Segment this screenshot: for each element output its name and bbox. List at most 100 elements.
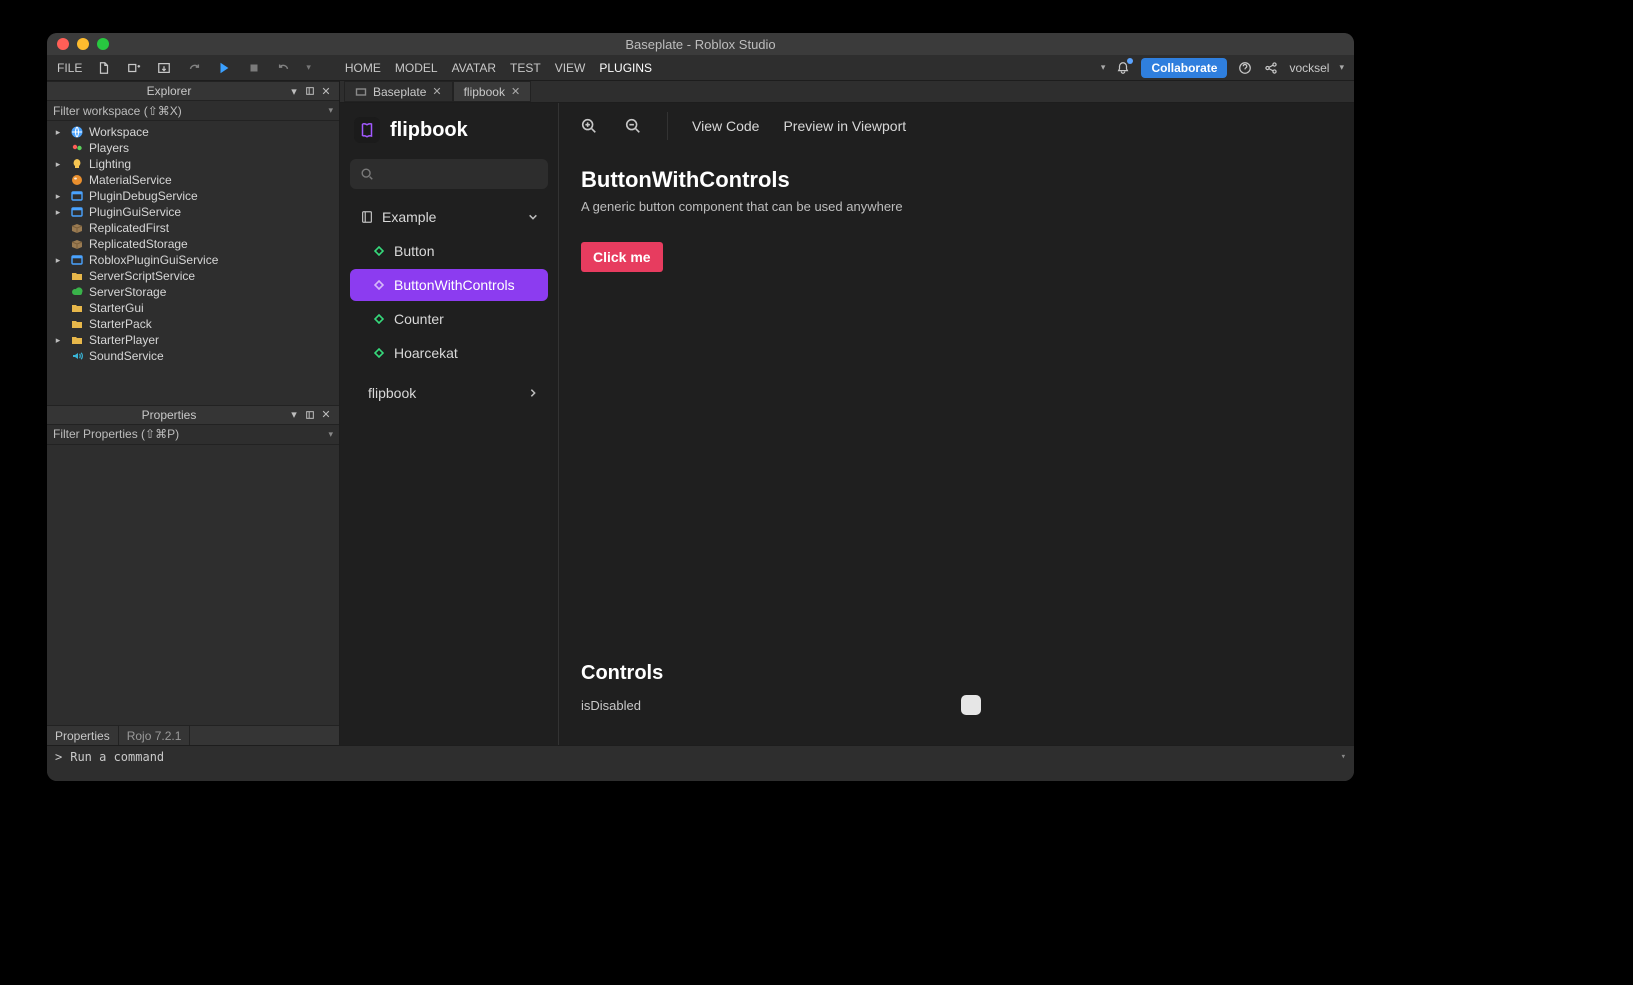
explorer-item[interactable]: ▸PluginGuiService <box>47 204 339 220</box>
story-bullet-icon <box>374 246 384 256</box>
bottom-tab-rojo[interactable]: Rojo 7.2.1 <box>119 726 191 745</box>
command-history-caret[interactable]: ▾ <box>1341 752 1346 762</box>
ribbon-tab-view[interactable]: VIEW <box>555 61 586 75</box>
flipbook-main: View Code Preview in Viewport ButtonWith… <box>559 103 1354 745</box>
explorer-item[interactable]: ServerStorage <box>47 284 339 300</box>
user-name[interactable]: vocksel <box>1289 61 1329 75</box>
flipbook-sidebar: flipbook Example ButtonButtonWithControl… <box>340 103 559 745</box>
explorer-filter[interactable]: Filter workspace (⇧⌘X) ▾ <box>47 101 339 121</box>
service-icon <box>69 189 85 203</box>
stop-icon[interactable] <box>246 60 262 76</box>
explorer-item-label: StarterGui <box>89 301 144 315</box>
story-item-label: Counter <box>394 311 444 327</box>
explorer-filter-caret[interactable]: ▾ <box>328 105 333 116</box>
play-icon[interactable] <box>216 60 232 76</box>
tree-expand-icon[interactable]: ▸ <box>53 159 63 170</box>
view-code-link[interactable]: View Code <box>692 118 759 134</box>
tree-expand-icon[interactable]: ▸ <box>53 335 63 346</box>
properties-popout-icon[interactable] <box>303 408 317 422</box>
properties-collapse-icon[interactable]: ▾ <box>287 408 301 422</box>
separator <box>667 112 668 140</box>
close-window-button[interactable] <box>57 38 69 50</box>
control-row: isDisabled <box>581 695 1332 715</box>
book-icon <box>360 210 374 224</box>
service-icon <box>69 253 85 267</box>
storybook-group-label: Example <box>382 209 436 225</box>
explorer-collapse-icon[interactable]: ▾ <box>287 84 301 98</box>
undo-icon[interactable] <box>276 60 292 76</box>
explorer-item[interactable]: ReplicatedStorage <box>47 236 339 252</box>
story-item[interactable]: Counter <box>350 303 548 335</box>
zoom-in-icon[interactable] <box>579 116 599 136</box>
ribbon-collapse-caret[interactable]: ▾ <box>1101 62 1106 73</box>
story-item[interactable]: Hoarcekat <box>350 337 548 369</box>
flipbook-brand: flipbook <box>350 117 548 143</box>
doc-tab-close-icon[interactable]: ✕ <box>432 85 441 98</box>
user-menu-caret[interactable]: ▾ <box>1339 62 1344 73</box>
insert-object-icon[interactable] <box>126 60 142 76</box>
tree-expand-icon[interactable]: ▸ <box>53 191 63 202</box>
story-item[interactable]: ButtonWithControls <box>350 269 548 301</box>
bottom-tab-properties[interactable]: Properties <box>47 726 119 745</box>
story-bullet-icon <box>374 348 384 358</box>
doc-tab-close-icon[interactable]: ✕ <box>511 85 520 98</box>
preview-viewport-link[interactable]: Preview in Viewport <box>783 118 906 134</box>
flipbook-search[interactable] <box>350 159 548 189</box>
maximize-window-button[interactable] <box>97 38 109 50</box>
explorer-item[interactable]: StarterGui <box>47 300 339 316</box>
properties-filter-caret[interactable]: ▾ <box>328 429 333 440</box>
explorer-close-icon[interactable]: ✕ <box>319 84 333 98</box>
explorer-item[interactable]: MaterialService <box>47 172 339 188</box>
ribbon-tab-plugins[interactable]: PLUGINS <box>599 61 652 75</box>
tree-expand-icon[interactable]: ▸ <box>53 127 63 138</box>
explorer-header: Explorer ▾ ✕ <box>47 81 339 101</box>
explorer-item-label: StarterPlayer <box>89 333 159 347</box>
import-icon[interactable] <box>156 60 172 76</box>
explorer-item[interactable]: ▸PluginDebugService <box>47 188 339 204</box>
document-tabs: Baseplate ✕ flipbook ✕ <box>340 81 1354 103</box>
flipbook-plugin: flipbook Example ButtonButtonWithControl… <box>340 103 1354 745</box>
properties-close-icon[interactable]: ✕ <box>319 408 333 422</box>
properties-filter[interactable]: Filter Properties (⇧⌘P) ▾ <box>47 425 339 445</box>
storybook-group-example[interactable]: Example <box>350 201 548 233</box>
collaborate-button[interactable]: Collaborate <box>1141 58 1227 78</box>
minimize-window-button[interactable] <box>77 38 89 50</box>
ribbon-tab-avatar[interactable]: AVATAR <box>452 61 496 75</box>
explorer-item[interactable]: ServerScriptService <box>47 268 339 284</box>
file-menu[interactable]: FILE <box>57 61 82 75</box>
help-icon[interactable] <box>1237 60 1253 76</box>
redo-icon[interactable] <box>186 60 202 76</box>
undo-dropdown-caret[interactable]: ▾ <box>306 62 311 73</box>
storybook-group-label: flipbook <box>368 385 416 401</box>
control-checkbox[interactable] <box>961 695 981 715</box>
service-icon <box>69 301 85 315</box>
tree-expand-icon[interactable]: ▸ <box>53 255 63 266</box>
doc-tab-baseplate[interactable]: Baseplate ✕ <box>344 81 453 102</box>
new-file-icon[interactable] <box>96 60 112 76</box>
explorer-item[interactable]: SoundService <box>47 348 339 364</box>
storybook-group-flipbook[interactable]: flipbook <box>350 375 548 411</box>
ribbon-tab-test[interactable]: TEST <box>510 61 541 75</box>
explorer-item[interactable]: ▸Lighting <box>47 156 339 172</box>
explorer-item[interactable]: Players <box>47 140 339 156</box>
share-icon[interactable] <box>1263 60 1279 76</box>
explorer-popout-icon[interactable] <box>303 84 317 98</box>
explorer-item[interactable]: ▸ StarterPlayer <box>47 332 339 348</box>
explorer-item[interactable]: ▸Workspace <box>47 124 339 140</box>
tree-expand-icon[interactable]: ▸ <box>53 207 63 218</box>
notifications-icon[interactable] <box>1115 60 1131 76</box>
story-item-label: Hoarcekat <box>394 345 458 361</box>
demo-button[interactable]: Click me <box>581 242 663 272</box>
story-bullet-icon <box>374 314 384 324</box>
story-item[interactable]: Button <box>350 235 548 267</box>
explorer-item[interactable]: ReplicatedFirst <box>47 220 339 236</box>
explorer-item[interactable]: ▸ RobloxPluginGuiService <box>47 252 339 268</box>
ribbon-tab-model[interactable]: MODEL <box>395 61 438 75</box>
ribbon-tab-home[interactable]: HOME <box>345 61 381 75</box>
command-bar[interactable]: > Run a command ▾ <box>47 745 1354 767</box>
explorer-item[interactable]: StarterPack <box>47 316 339 332</box>
explorer-item-label: RobloxPluginGuiService <box>89 253 218 267</box>
explorer-tree[interactable]: ▸WorkspacePlayers▸LightingMaterialServic… <box>47 121 339 405</box>
zoom-out-icon[interactable] <box>623 116 643 136</box>
doc-tab-flipbook[interactable]: flipbook ✕ <box>453 81 532 102</box>
